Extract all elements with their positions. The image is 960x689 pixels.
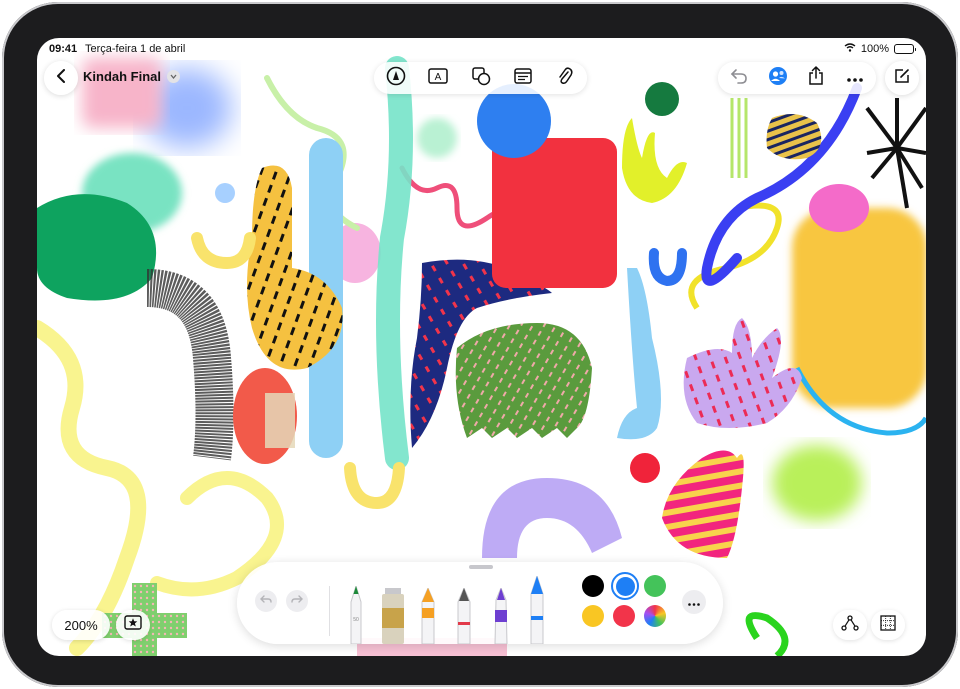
blob-pink-right	[809, 184, 869, 232]
compose-icon	[894, 68, 910, 89]
ellipsis-icon	[847, 69, 863, 87]
new-board-button[interactable]	[885, 61, 919, 95]
text-box-button[interactable]: A	[421, 63, 455, 93]
document-title-menu[interactable]: Kindah Final	[83, 69, 180, 84]
marker-tool[interactable]	[381, 588, 405, 644]
paperclip-icon	[557, 66, 573, 91]
striped-heart	[662, 450, 744, 558]
zoom-level-label: 200%	[64, 617, 98, 633]
pen-tool-button[interactable]	[379, 63, 413, 93]
color-swatch-black[interactable]	[582, 575, 604, 597]
document-title: Kindah Final	[83, 69, 161, 84]
markup-circle-icon	[386, 66, 406, 91]
status-time: 09:41	[49, 43, 78, 55]
zoom-level-button[interactable]: 200%	[52, 610, 110, 640]
redo-icon	[291, 592, 303, 610]
lavender-hand	[683, 318, 802, 428]
blob-lime-right	[772, 445, 862, 521]
blob-yellow-right	[792, 208, 926, 408]
wifi-icon	[844, 43, 856, 55]
palette-more-button[interactable]	[682, 590, 706, 614]
sticky-note-button[interactable]	[506, 63, 540, 93]
svg-text:A: A	[435, 72, 442, 83]
shapes-icon	[471, 66, 491, 91]
pencil-tool[interactable]	[528, 574, 546, 645]
shapes-button[interactable]	[464, 63, 498, 93]
yellow-u-bottom	[344, 462, 405, 510]
undo-button[interactable]	[722, 63, 756, 93]
battery-percent: 100%	[860, 43, 889, 55]
more-button[interactable]	[838, 63, 872, 93]
black-chalk	[146, 269, 234, 461]
collaboration-icon	[767, 66, 789, 91]
grid-button[interactable]	[871, 610, 905, 640]
color-swatch-red[interactable]	[613, 605, 635, 627]
grid-icon	[880, 614, 896, 636]
green-comb	[455, 323, 592, 438]
connect-shapes-icon	[841, 614, 859, 636]
sticky-note-icon	[514, 67, 532, 89]
blue-u	[648, 248, 687, 287]
share-button[interactable]	[799, 63, 833, 93]
blob-mint-small	[417, 118, 457, 158]
share-icon	[808, 65, 824, 91]
freeform-canvas-screen: 09:41 Terça-feira 1 de abril 100% Kindah…	[37, 38, 926, 656]
color-swatch-blue-selected[interactable]	[611, 572, 639, 600]
collaborate-button[interactable]	[761, 63, 795, 93]
insert-toolbar: A	[374, 62, 587, 94]
palette-grabber[interactable]	[469, 565, 493, 569]
blue-ball	[477, 84, 551, 158]
svg-text:50: 50	[353, 617, 359, 623]
yellow-u-left	[191, 232, 256, 270]
color-picker-multicolor[interactable]	[644, 605, 666, 627]
color-swatch-yellow[interactable]	[582, 605, 604, 627]
drawing-palette	[237, 562, 723, 644]
watercolor-tool[interactable]	[492, 586, 510, 645]
teal-stroke	[376, 56, 413, 470]
lightblue-drip	[617, 268, 661, 440]
ellipsis-icon	[688, 593, 700, 611]
palette-undo-button[interactable]	[255, 590, 277, 612]
green-bars-top	[730, 98, 748, 178]
attach-button[interactable]	[548, 63, 582, 93]
battery-icon	[894, 44, 916, 54]
color-swatch-green[interactable]	[644, 575, 666, 597]
favorites-button[interactable]	[116, 610, 150, 640]
lightblue-dot	[215, 183, 235, 203]
undo-icon	[260, 592, 272, 610]
black-spiky-shape	[865, 98, 926, 209]
status-right: 100%	[844, 43, 916, 55]
status-date: Terça-feira 1 de abril	[85, 43, 186, 55]
pen-tool[interactable]: 50	[348, 584, 364, 645]
document-actions-toolbar	[718, 62, 876, 94]
connect-shapes-button[interactable]	[833, 610, 867, 640]
palette-divider	[329, 586, 330, 636]
yellow-scribble-left	[37, 320, 147, 656]
crayon-tool[interactable]	[419, 586, 437, 645]
star-box-icon	[124, 615, 142, 635]
text-box-icon: A	[428, 67, 448, 89]
undo-arrow-icon	[730, 68, 748, 89]
palette-redo-button[interactable]	[286, 590, 308, 612]
red-square-crayon	[492, 138, 617, 288]
status-bar: 09:41 Terça-feira 1 de abril 100%	[37, 38, 926, 60]
navy-stripe-blob	[766, 114, 822, 160]
purple-arch	[482, 478, 622, 558]
ipad-frame: 09:41 Terça-feira 1 de abril 100% Kindah…	[2, 2, 958, 687]
back-button[interactable]	[44, 61, 78, 95]
green-scribble-bottom	[745, 612, 789, 656]
chevron-down-icon	[167, 70, 180, 83]
fountain-pen-tool[interactable]	[455, 586, 473, 645]
chevron-left-icon	[56, 68, 66, 88]
lime-hand	[622, 118, 687, 203]
red-dot	[630, 453, 660, 483]
beige-square	[265, 393, 295, 448]
dark-green-ball	[645, 82, 679, 116]
